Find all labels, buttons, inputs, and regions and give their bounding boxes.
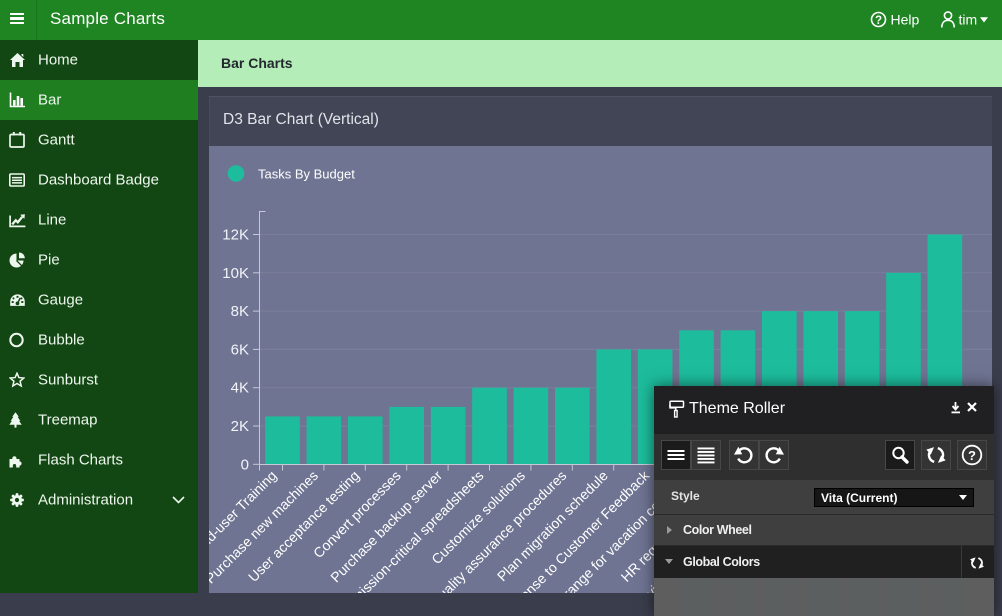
svg-text:?: ? [968,448,976,463]
svg-text:?: ? [875,15,882,27]
svg-text:6K: 6K [231,341,249,358]
svg-text:10K: 10K [222,265,249,282]
svg-text:tim: tim [959,12,978,28]
svg-text:0: 0 [241,456,249,473]
svg-text:4K: 4K [231,380,249,397]
svg-text:2K: 2K [231,418,249,435]
svg-text:Tasks By Budget: Tasks By Budget [258,167,355,182]
svg-text:12K: 12K [222,227,249,244]
svg-text:Help: Help [891,12,920,28]
svg-text:8K: 8K [231,303,249,320]
